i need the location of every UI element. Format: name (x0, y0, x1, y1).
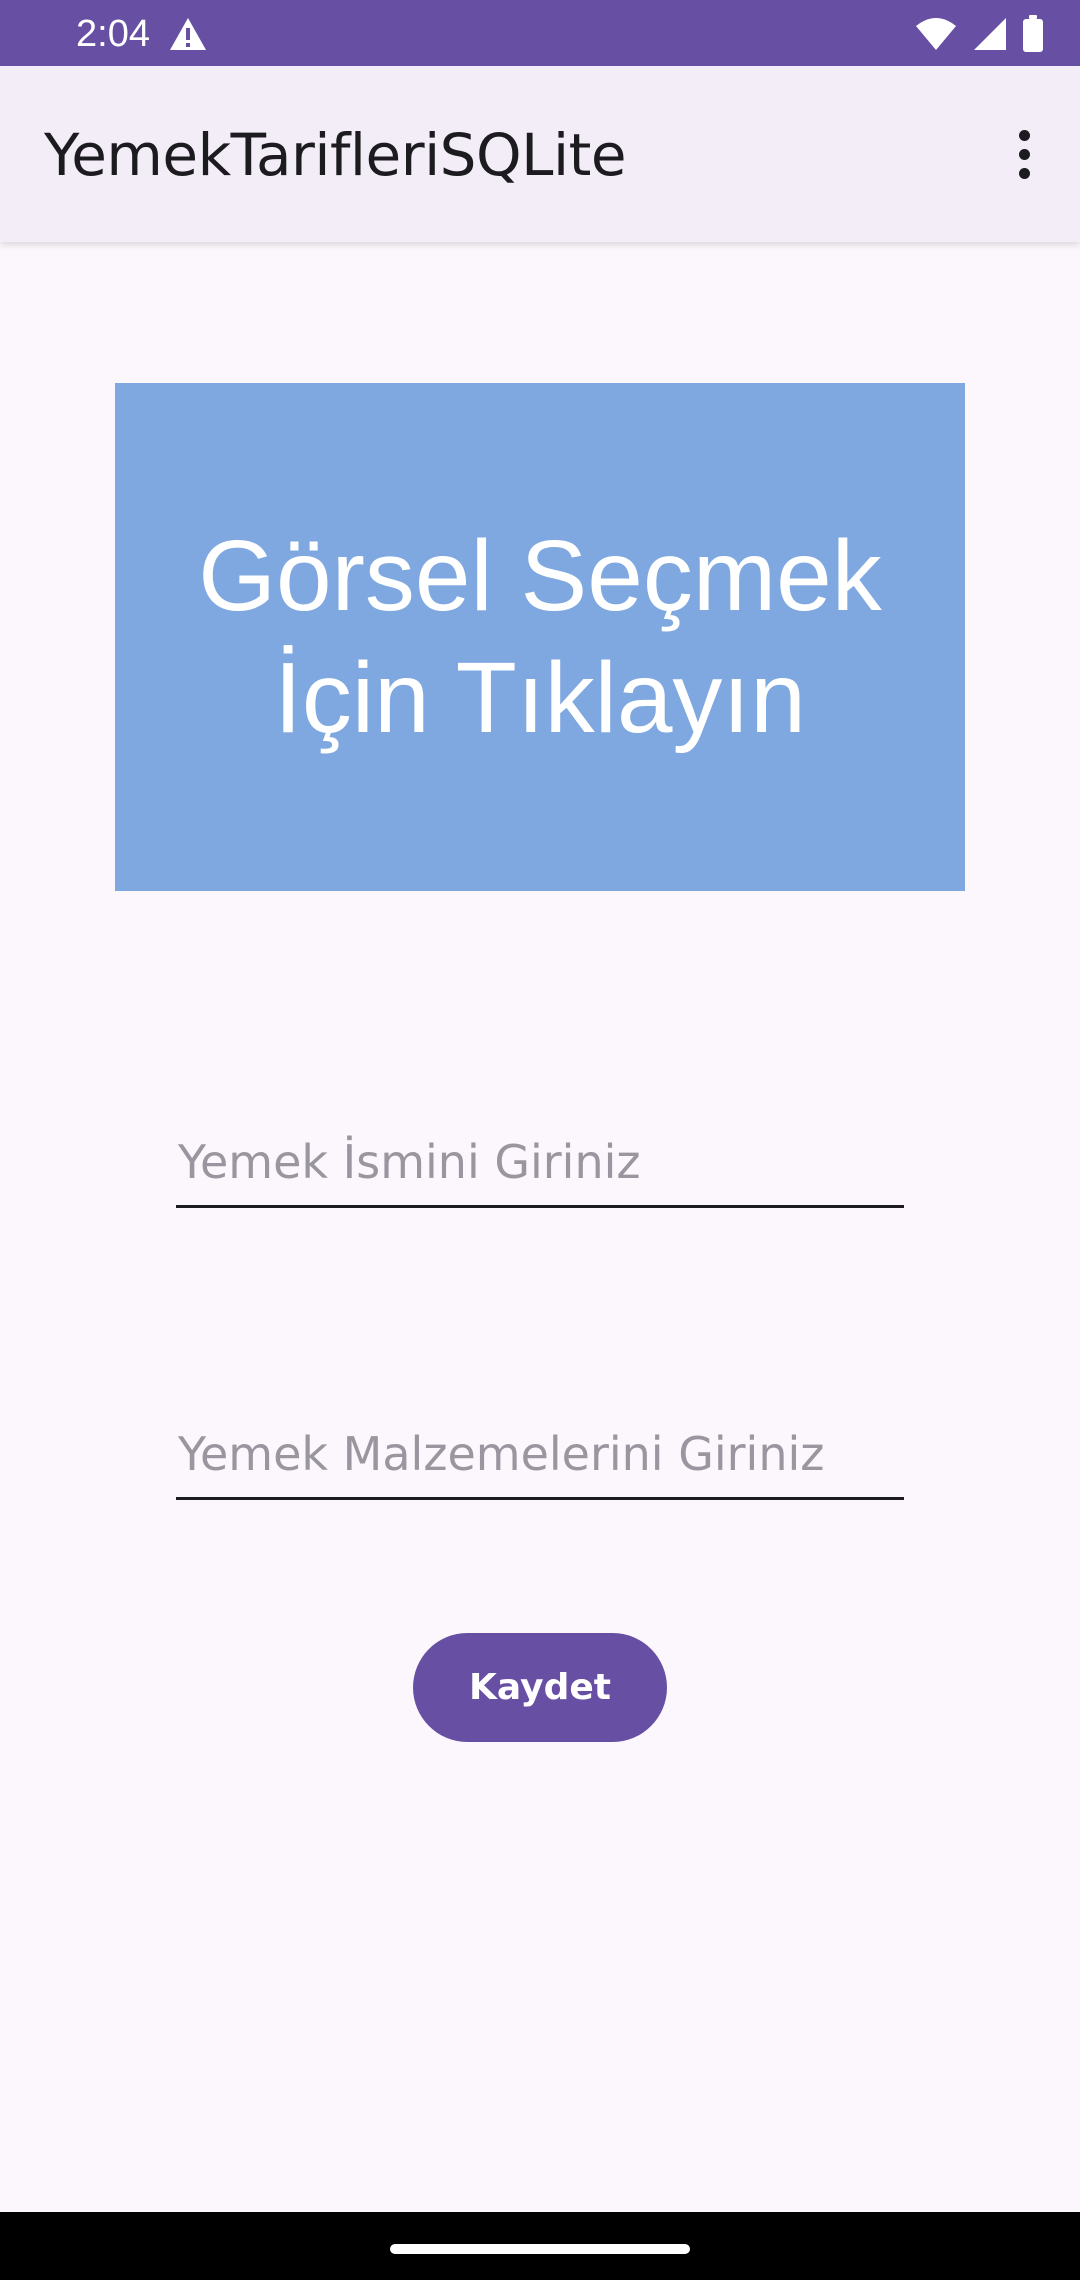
status-time: 2:04 (76, 13, 150, 55)
menu-dot (1018, 129, 1030, 141)
app-title: YemekTarifleriSQLite (44, 121, 627, 189)
status-icons (914, 14, 1044, 54)
signal-icon (974, 18, 1006, 50)
home-handle[interactable] (390, 2244, 690, 2254)
save-button[interactable]: Kaydet (413, 1633, 667, 1742)
status-bar: 2:04 (0, 0, 1080, 66)
warning-icon (170, 18, 206, 50)
food-name-input[interactable] (176, 1118, 904, 1208)
battery-icon (1023, 15, 1043, 52)
image-picker-text-line2: İçin Tıklayın (274, 642, 806, 754)
wifi-icon (916, 18, 956, 50)
image-picker[interactable]: Görsel Seçmek İçin Tıklayın (115, 383, 965, 891)
image-picker-text-line1: Görsel Seçmek (198, 520, 882, 632)
menu-dot (1018, 167, 1030, 179)
app-bar: YemekTarifleriSQLite (0, 66, 1080, 242)
food-ingredients-input[interactable] (176, 1410, 904, 1500)
menu-dot (1018, 148, 1030, 160)
navigation-bar (0, 2212, 1080, 2280)
more-vert-icon[interactable] (994, 124, 1054, 184)
